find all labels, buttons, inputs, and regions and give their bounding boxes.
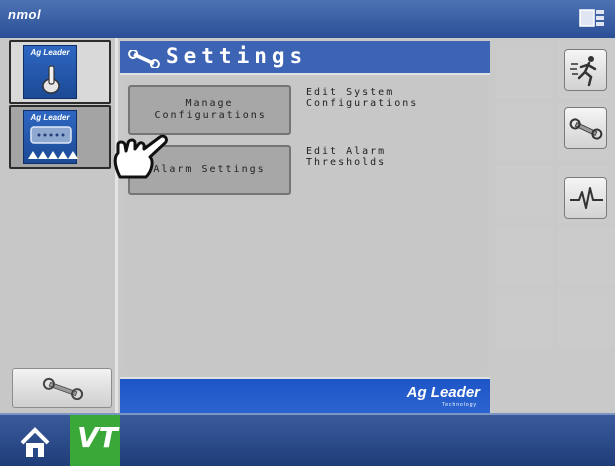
module-settings-button[interactable] [12,368,112,408]
grid-cell [496,41,553,99]
wrench-icon [569,118,603,140]
footer-brand-logo: Ag Leader [406,384,480,401]
vt-label: VT [77,421,118,454]
right-tool-grid [496,41,614,347]
diagnostics-button[interactable] [564,177,607,219]
bottom-nav-bar: VT [0,413,615,466]
grid-cell [496,165,553,223]
module-sidebar: Ag Leader Ag Leader [0,38,118,416]
panel-footer: Ag Leader Technology [120,377,490,413]
wrench-icon [128,50,160,68]
pointing-hand-icon [113,134,168,179]
grid-cell [557,289,614,347]
grid-cell [557,227,614,285]
alarm-settings-description: Edit Alarm Thresholds [306,146,387,168]
top-status-bar: nmol [0,0,615,38]
display-module-button[interactable]: Ag Leader [9,40,111,104]
ecu-connector-icon [28,126,78,159]
panel-header: Settings [120,41,490,75]
vt-module-button[interactable]: Ag Leader [9,105,111,169]
toggle-switch-icon [42,65,60,94]
heartbeat-icon [570,187,603,209]
settings-wrench-button[interactable] [564,107,607,149]
manage-configurations-description: Edit System Configurations [306,87,419,109]
grid-cell [496,103,553,161]
grid-cell [496,289,553,347]
exit-button[interactable] [564,49,607,91]
status-logo: nmol [8,7,42,22]
home-button[interactable] [8,419,62,465]
grid-cell [496,227,553,285]
home-icon [20,427,50,457]
page-title: Settings [166,44,308,68]
settings-body: Manage Configurations Edit System Config… [113,77,487,373]
layout-grid-icon[interactable] [579,9,605,27]
vt-button[interactable]: VT [70,415,120,466]
settings-panel: Settings Manage Configurations Edit Syst… [113,41,490,413]
footer-brand-sub: Technology [441,402,477,408]
wrench-icon [42,377,84,401]
running-exit-icon [570,56,597,87]
